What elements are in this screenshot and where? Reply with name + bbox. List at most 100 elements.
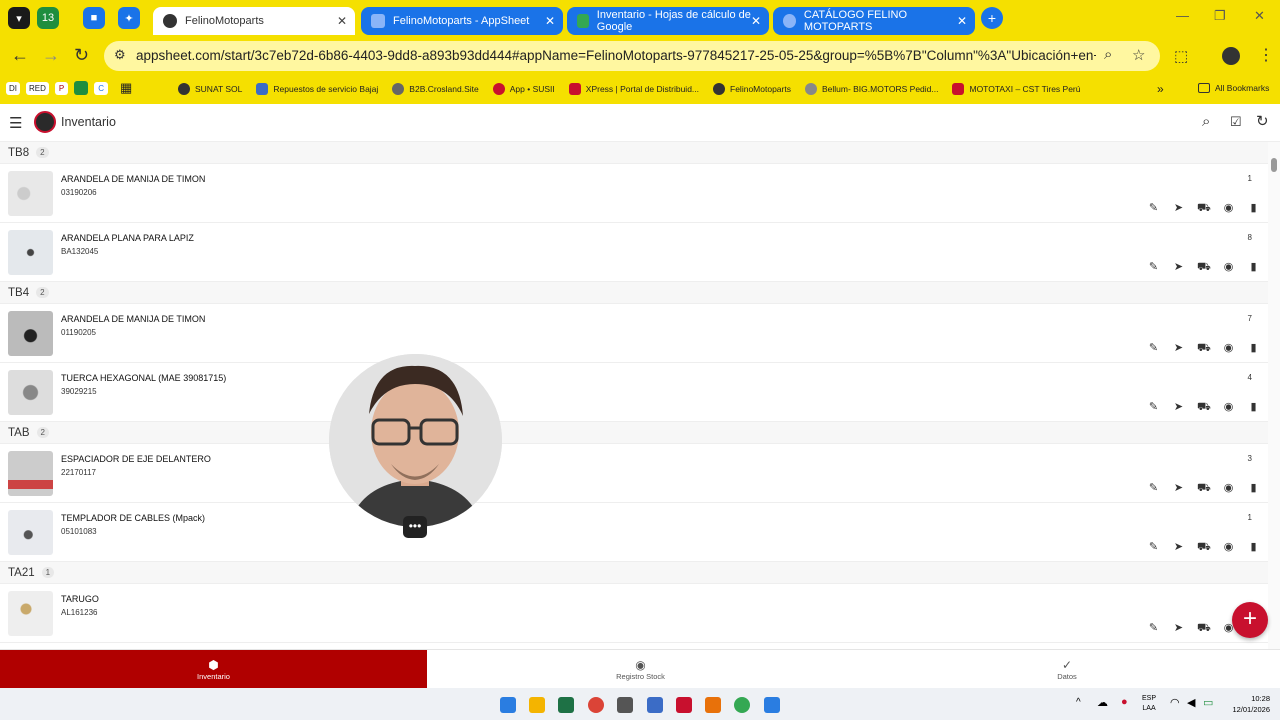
group-header[interactable]: TB8 2 (0, 142, 1268, 164)
office-icon[interactable] (705, 697, 721, 713)
extensions-icon[interactable]: ⬚ (1174, 47, 1188, 65)
nav-datos[interactable]: ✓ Datos (854, 650, 1280, 689)
chrome-profile-icon[interactable] (734, 697, 750, 713)
select-checkbox-icon[interactable]: ☑ (1230, 114, 1242, 130)
new-tab-icon[interactable]: + (981, 7, 1003, 29)
delete-icon[interactable]: ▮ (1247, 343, 1260, 354)
back-icon[interactable]: ← (11, 45, 29, 66)
site-info-icon[interactable]: ⚙ (114, 47, 126, 63)
truck-icon[interactable]: ⛟ (1197, 402, 1211, 413)
tab-catalogo[interactable]: CATÁLOGO FELINO MOTOPARTS ✕ (773, 7, 975, 35)
maximize-icon[interactable]: ❐ (1214, 8, 1226, 24)
camera-icon[interactable]: ◉ (1222, 262, 1235, 273)
sync-icon[interactable]: ↻ (1256, 112, 1269, 130)
apps-grid-icon[interactable]: ▦ (120, 80, 132, 96)
edit-icon[interactable]: ✎ (1147, 262, 1160, 273)
group-header[interactable]: TB4 2 (0, 282, 1268, 304)
mic-icon[interactable]: ● (1121, 696, 1128, 708)
bookmark-red[interactable]: RED (26, 81, 49, 95)
forward-icon[interactable]: → (42, 45, 60, 66)
close-tab-icon[interactable]: ✕ (751, 14, 761, 28)
list-item[interactable]: ARANDELA PLANA PARA LAPIZ BA132045 8 ✎ ➤ ⛟… (0, 223, 1268, 282)
tab-sheets[interactable]: Inventario - Hojas de cálculo de Google … (567, 7, 769, 35)
send-icon[interactable]: ➤ (1172, 203, 1185, 214)
edit-icon[interactable]: ✎ (1147, 623, 1160, 634)
nav-registro-stock[interactable]: ◉ Registro Stock (427, 650, 854, 689)
edit-icon[interactable]: ✎ (1147, 483, 1160, 494)
bookmark-felino[interactable]: FelinoMotoparts (713, 83, 791, 95)
edit-icon[interactable]: ✎ (1147, 343, 1160, 354)
truck-icon[interactable]: ⛟ (1197, 343, 1211, 354)
close-tab-icon[interactable]: ✕ (957, 14, 967, 28)
tray-chevron-icon[interactable]: ^ (1076, 697, 1081, 708)
chrome-icon[interactable] (588, 697, 604, 713)
bookmark-mototaxi[interactable]: MOTOTAXI – CST Tires Perú (952, 83, 1080, 95)
bookmark-sunat[interactable]: SUNAT SOL (178, 83, 242, 95)
language-indicator[interactable]: ESP LAA (1142, 694, 1156, 714)
acrobat-icon[interactable] (676, 697, 692, 713)
tab-group-icon[interactable]: ■ (83, 7, 105, 29)
send-icon[interactable]: ➤ (1172, 542, 1185, 553)
tab-appsheet[interactable]: FelinoMotoparts - AppSheet ✕ (361, 7, 563, 35)
edit-icon[interactable]: ✎ (1147, 402, 1160, 413)
list-item[interactable]: ESPACIADOR DE EJE DELANTERO 22170117 3 ✎… (0, 444, 1268, 503)
nav-inventario[interactable]: ⬢ Inventario (0, 650, 427, 689)
edit-icon[interactable]: ✎ (1147, 203, 1160, 214)
windows-start-icon[interactable] (500, 697, 516, 713)
search-icon[interactable]: ⌕ (1202, 113, 1210, 130)
delete-icon[interactable]: ▮ (1247, 203, 1260, 214)
app-logo[interactable] (34, 111, 56, 133)
camera-icon[interactable]: ◉ (1222, 203, 1235, 214)
camera-icon[interactable]: ◉ (1222, 542, 1235, 553)
send-icon[interactable]: ➤ (1172, 623, 1185, 634)
omnibox[interactable]: ⚙ appsheet.com/start/3c7eb72d-6b86-4403-… (104, 41, 1160, 71)
delete-icon[interactable]: ▮ (1247, 542, 1260, 553)
list-item[interactable]: ARANDELA DE MANIJA DE TIMON 03190206 1 ✎… (0, 164, 1268, 223)
truck-icon[interactable]: ⛟ (1197, 262, 1211, 273)
tab-search-icon[interactable]: ▾ (8, 7, 30, 29)
battery-icon[interactable]: ▭ (1203, 696, 1213, 709)
tab-felinomotoparts[interactable]: FelinoMotoparts ✕ (153, 7, 355, 35)
cloud-icon[interactable]: ☁ (1097, 696, 1108, 709)
delete-icon[interactable]: ▮ (1247, 262, 1260, 273)
bookmark-susii[interactable]: App • SUSII (492, 83, 555, 95)
bookmark-star-icon[interactable]: ☆ (1132, 46, 1145, 64)
excel-icon[interactable] (558, 697, 574, 713)
minimize-icon[interactable]: — (1176, 8, 1189, 23)
camera-icon[interactable]: ◉ (1222, 343, 1235, 354)
profile-avatar[interactable] (1222, 47, 1240, 65)
list-item[interactable]: ARANDELA DE MANIJA DE TIMON 01190205 7 ✎… (0, 304, 1268, 363)
list-item[interactable]: TUERCA HEXAGONAL (MAE 39081715) 39029215… (0, 363, 1268, 422)
clock[interactable]: 10:28 12/01/2026 (1226, 693, 1270, 715)
list-item[interactable]: TARUGO AL161236 ✎➤⛟◉▮ (0, 584, 1268, 643)
url-text[interactable]: appsheet.com/start/3c7eb72d-6b86-4403-9d… (136, 48, 1096, 63)
hamburger-menu-icon[interactable]: ☰ (9, 114, 22, 132)
volume-icon[interactable]: ◀ (1187, 696, 1195, 709)
close-tab-icon[interactable]: ✕ (545, 14, 555, 28)
group-header[interactable]: TAB 2 (0, 422, 1268, 444)
tab-group-badge[interactable]: 13 (37, 7, 59, 29)
bookmark-bellum[interactable]: Bellum- BIG.MOTORS Pedid... (804, 83, 938, 95)
wifi-icon[interactable]: ◠ (1170, 696, 1180, 709)
settings-icon[interactable] (764, 697, 780, 713)
tab-group-icon[interactable]: ✦ (118, 7, 140, 29)
bookmark-xpress[interactable]: XPress | Portal de Distribuid... (568, 83, 699, 95)
edit-icon[interactable]: ✎ (1147, 542, 1160, 553)
bookmark-crosland[interactable]: B2B.Crosland.Site (392, 83, 479, 95)
menu-dots-icon[interactable]: ⋮ (1258, 45, 1274, 65)
close-tab-icon[interactable]: ✕ (337, 14, 347, 28)
bookmark-c[interactable]: C (94, 81, 109, 95)
scrollbar-thumb[interactable] (1271, 158, 1277, 172)
bookmark-di[interactable]: DI (6, 81, 20, 95)
send-icon[interactable]: ➤ (1172, 402, 1185, 413)
bookmark-bajaj[interactable]: Repuestos de servicio Bajaj (256, 83, 378, 95)
truck-icon[interactable]: ⛟ (1197, 623, 1211, 634)
scrollbar[interactable] (1268, 142, 1280, 649)
send-icon[interactable]: ➤ (1172, 483, 1185, 494)
bookmark-p[interactable]: P (54, 81, 69, 95)
group-header[interactable]: TA21 1 (0, 562, 1268, 584)
truck-icon[interactable]: ⛟ (1197, 203, 1211, 214)
list-item[interactable]: TEMPLADOR DE CABLES (Mpack) 05101083 1 ✎… (0, 503, 1268, 562)
more-bookmarks-icon[interactable]: » (1157, 82, 1164, 96)
camera-icon[interactable]: ◉ (1222, 402, 1235, 413)
